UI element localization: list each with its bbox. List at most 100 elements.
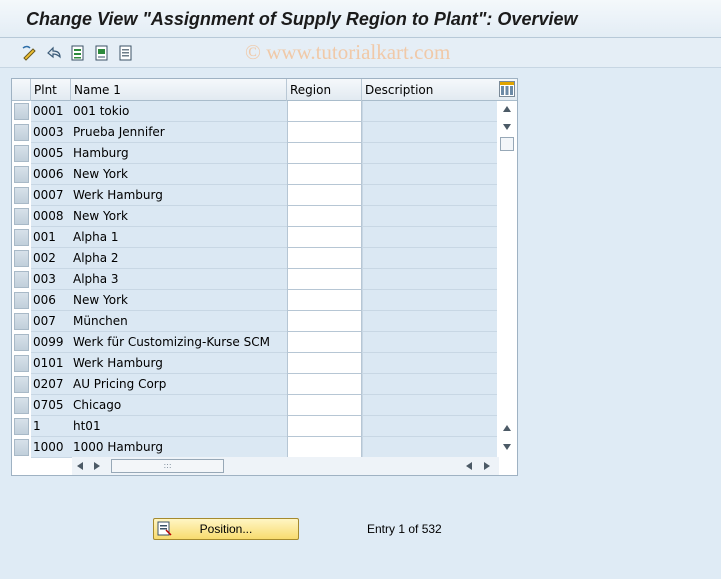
cell-region-input[interactable] — [287, 143, 362, 164]
cell-region-input[interactable] — [287, 269, 362, 290]
scroll-right-icon[interactable] — [94, 462, 100, 470]
scroll-right-end-icon[interactable] — [484, 462, 490, 470]
table-row: 0003 Prueba Jennifer — [12, 122, 497, 143]
row-selector[interactable] — [14, 124, 29, 141]
row-selector[interactable] — [14, 145, 29, 162]
row-selector[interactable] — [14, 271, 29, 288]
table-header: Plnt Name 1 Region Description — [12, 79, 517, 101]
cell-description — [362, 248, 497, 269]
row-selector[interactable] — [14, 103, 29, 120]
cell-region-input[interactable] — [287, 122, 362, 143]
table-settings-icon[interactable] — [499, 81, 515, 97]
cell-name: New York — [71, 290, 287, 311]
horizontal-scroll-thumb[interactable]: ::: — [111, 459, 224, 473]
table-row: 0705 Chicago — [12, 395, 497, 416]
table-row: 1 ht01 — [12, 416, 497, 437]
entry-counter: Entry 1 of 532 — [367, 522, 442, 536]
select-all-icon[interactable] — [68, 43, 88, 63]
scroll-left-end-icon[interactable] — [466, 462, 472, 470]
cell-region-input[interactable] — [287, 206, 362, 227]
cell-region-input[interactable] — [287, 227, 362, 248]
cell-name: 001 tokio — [71, 101, 287, 122]
row-selector[interactable] — [14, 166, 29, 183]
cell-plnt: 0005 — [31, 143, 71, 164]
vertical-scrollbar[interactable] — [498, 101, 517, 457]
cell-plnt: 0003 — [31, 122, 71, 143]
cell-region-input[interactable] — [287, 353, 362, 374]
cell-description — [362, 290, 497, 311]
scroll-page-down-icon[interactable] — [503, 444, 511, 450]
cell-description — [362, 374, 497, 395]
cell-description — [362, 353, 497, 374]
cell-description — [362, 122, 497, 143]
scroll-down-icon[interactable] — [503, 124, 511, 130]
cell-plnt: 0705 — [31, 395, 71, 416]
cell-description — [362, 332, 497, 353]
cell-region-input[interactable] — [287, 374, 362, 395]
undo-icon[interactable] — [44, 43, 64, 63]
cell-region-input[interactable] — [287, 290, 362, 311]
row-selector[interactable] — [14, 208, 29, 225]
cell-region-input[interactable] — [287, 164, 362, 185]
cell-region-input[interactable] — [287, 248, 362, 269]
cell-name: Hamburg — [71, 143, 287, 164]
scroll-page-up-icon[interactable] — [503, 425, 511, 431]
row-selector[interactable] — [14, 376, 29, 393]
cell-name: New York — [71, 164, 287, 185]
table-row: 0207 AU Pricing Corp — [12, 374, 497, 395]
cell-plnt: 0099 — [31, 332, 71, 353]
position-button-label: Position... — [199, 522, 253, 536]
cell-description — [362, 143, 497, 164]
cell-plnt: 003 — [31, 269, 71, 290]
cell-plnt: 002 — [31, 248, 71, 269]
cell-region-input[interactable] — [287, 332, 362, 353]
watermark: © www.tutorialkart.com — [245, 40, 451, 64]
cell-description — [362, 227, 497, 248]
row-selector-header[interactable] — [12, 79, 31, 101]
select-block-icon[interactable] — [92, 43, 112, 63]
cell-plnt: 0008 — [31, 206, 71, 227]
title-bar: Change View "Assignment of Supply Region… — [0, 0, 721, 38]
cell-region-input[interactable] — [287, 416, 362, 437]
position-button[interactable]: Position... — [153, 518, 299, 540]
deselect-all-icon[interactable] — [116, 43, 136, 63]
table-row: 006 New York — [12, 290, 497, 311]
cell-region-input[interactable] — [287, 101, 362, 122]
cell-description — [362, 185, 497, 206]
vertical-scroll-thumb[interactable] — [500, 137, 514, 151]
row-selector[interactable] — [14, 334, 29, 351]
cell-name: New York — [71, 206, 287, 227]
column-header-description[interactable]: Description — [362, 79, 498, 101]
row-selector[interactable] — [14, 418, 29, 435]
cell-region-input[interactable] — [287, 437, 362, 458]
cell-name: ht01 — [71, 416, 287, 437]
cell-region-input[interactable] — [287, 185, 362, 206]
cell-region-input[interactable] — [287, 311, 362, 332]
table-row: 0005 Hamburg — [12, 143, 497, 164]
cell-region-input[interactable] — [287, 395, 362, 416]
change-display-icon[interactable] — [20, 43, 40, 63]
column-header-name[interactable]: Name 1 — [71, 79, 287, 101]
row-selector[interactable] — [14, 250, 29, 267]
cell-plnt: 006 — [31, 290, 71, 311]
cell-name: AU Pricing Corp — [71, 374, 287, 395]
row-selector[interactable] — [14, 397, 29, 414]
row-selector[interactable] — [14, 313, 29, 330]
row-selector[interactable] — [14, 292, 29, 309]
table-row: 0006 New York — [12, 164, 497, 185]
row-selector[interactable] — [14, 187, 29, 204]
column-header-plnt[interactable]: Plnt — [31, 79, 71, 101]
scroll-up-icon[interactable] — [503, 106, 511, 112]
table-row: 003 Alpha 3 — [12, 269, 497, 290]
scroll-left-icon[interactable] — [77, 462, 83, 470]
column-header-region[interactable]: Region — [287, 79, 362, 101]
table-row: 0099 Werk für Customizing-Kurse SCM — [12, 332, 497, 353]
row-selector[interactable] — [14, 439, 29, 456]
cell-name: Prueba Jennifer — [71, 122, 287, 143]
table-row: 0008 New York — [12, 206, 497, 227]
table-row: 002 Alpha 2 — [12, 248, 497, 269]
row-selector[interactable] — [14, 229, 29, 246]
horizontal-scrollbar[interactable]: ::: — [72, 457, 499, 475]
row-selector[interactable] — [14, 355, 29, 372]
cell-name: München — [71, 311, 287, 332]
